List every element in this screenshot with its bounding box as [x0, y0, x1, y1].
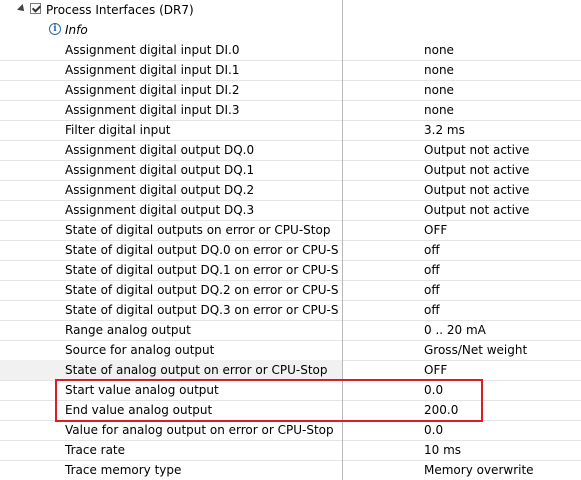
- group-checkbox[interactable]: [30, 3, 41, 14]
- parameter-value[interactable]: Output not active: [424, 200, 529, 220]
- parameter-name: Assignment digital output DQ.2: [65, 183, 255, 197]
- parameter-name: Assignment digital input DI.3: [65, 103, 240, 117]
- parameter-name: Assignment digital input DI.2: [65, 83, 240, 97]
- parameter-name: Assignment digital input DI.1: [65, 63, 240, 77]
- parameter-value[interactable]: none: [424, 100, 454, 120]
- table-row[interactable]: Assignment digital output DQ.3 Output no…: [0, 200, 581, 221]
- table-row[interactable]: Value for analog output on error or CPU-…: [0, 420, 581, 441]
- parameter-name: State of analog output on error or CPU-S…: [65, 363, 328, 377]
- info-label: Info: [65, 23, 88, 37]
- parameter-name: State of digital outputs on error or CPU…: [65, 223, 331, 237]
- parameter-name: Assignment digital output DQ.0: [65, 143, 255, 157]
- table-row[interactable]: Trace memory type Memory overwrite: [0, 460, 581, 480]
- parameter-name: Trace rate: [65, 443, 126, 457]
- table-row[interactable]: State of digital output DQ.0 on error or…: [0, 240, 581, 261]
- table-row[interactable]: Range analog output 0 .. 20 mA: [0, 320, 581, 341]
- parameter-value[interactable]: Gross/Net weight: [424, 340, 527, 360]
- parameter-value[interactable]: OFF: [424, 360, 447, 380]
- parameter-value[interactable]: OFF: [424, 220, 447, 240]
- highlight-box: [55, 379, 483, 422]
- parameter-value[interactable]: 0.0: [424, 420, 443, 440]
- table-row[interactable]: Trace rate 10 ms: [0, 440, 581, 461]
- parameter-value[interactable]: off: [424, 300, 440, 320]
- table-row[interactable]: Assignment digital output DQ.2 Output no…: [0, 180, 581, 201]
- group-header-process-interfaces[interactable]: Process Interfaces (DR7): [0, 0, 581, 20]
- parameter-value[interactable]: off: [424, 240, 440, 260]
- parameter-value[interactable]: Output not active: [424, 180, 529, 200]
- table-row[interactable]: State of digital output DQ.3 on error or…: [0, 300, 581, 321]
- parameter-grid: Process Interfaces (DR7) i Info Assignme…: [0, 0, 581, 480]
- table-row[interactable]: Assignment digital input DI.2 none: [0, 80, 581, 101]
- parameter-value[interactable]: none: [424, 80, 454, 100]
- table-row[interactable]: State of digital output DQ.1 on error or…: [0, 260, 581, 281]
- parameter-name: Assignment digital output DQ.1: [65, 163, 255, 177]
- parameter-value[interactable]: Output not active: [424, 160, 529, 180]
- parameter-name: State of digital output DQ.0 on error or…: [65, 243, 339, 257]
- parameter-value[interactable]: none: [424, 40, 454, 60]
- parameter-name: State of digital output DQ.2 on error or…: [65, 283, 339, 297]
- parameter-value[interactable]: 3.2 ms: [424, 120, 465, 140]
- parameter-name: Value for analog output on error or CPU-…: [65, 423, 334, 437]
- table-row[interactable]: Source for analog output Gross/Net weigh…: [0, 340, 581, 361]
- table-row[interactable]: Assignment digital output DQ.0 Output no…: [0, 140, 581, 161]
- table-row[interactable]: State of digital outputs on error or CPU…: [0, 220, 581, 241]
- collapse-arrow-icon[interactable]: [17, 4, 27, 14]
- group-title: Process Interfaces (DR7): [46, 3, 194, 17]
- parameter-name: Trace memory type: [65, 463, 182, 477]
- table-row[interactable]: Assignment digital input DI.0 none: [0, 40, 581, 61]
- table-row[interactable]: Assignment digital input DI.1 none: [0, 60, 581, 81]
- parameter-value[interactable]: Output not active: [424, 140, 529, 160]
- parameter-value[interactable]: off: [424, 280, 440, 300]
- table-row[interactable]: Assignment digital output DQ.1 Output no…: [0, 160, 581, 181]
- info-row[interactable]: i Info: [0, 20, 581, 40]
- table-row[interactable]: State of analog output on error or CPU-S…: [0, 360, 581, 381]
- parameter-value[interactable]: 0 .. 20 mA: [424, 320, 486, 340]
- parameter-name: State of digital output DQ.3 on error or…: [65, 303, 339, 317]
- table-row[interactable]: State of digital output DQ.2 on error or…: [0, 280, 581, 301]
- parameter-name: State of digital output DQ.1 on error or…: [65, 263, 339, 277]
- parameter-name: Range analog output: [65, 323, 191, 337]
- parameter-value[interactable]: off: [424, 260, 440, 280]
- parameter-name: Assignment digital output DQ.3: [65, 203, 255, 217]
- parameter-name: Source for analog output: [65, 343, 215, 357]
- parameter-value[interactable]: none: [424, 60, 454, 80]
- parameter-value[interactable]: Memory overwrite: [424, 460, 534, 480]
- parameter-value[interactable]: 10 ms: [424, 440, 461, 460]
- info-icon: i: [49, 23, 61, 35]
- table-row[interactable]: Filter digital input 3.2 ms: [0, 120, 581, 141]
- parameter-name: Assignment digital input DI.0: [65, 43, 240, 57]
- table-row[interactable]: Assignment digital input DI.3 none: [0, 100, 581, 121]
- parameter-name: Filter digital input: [65, 123, 171, 137]
